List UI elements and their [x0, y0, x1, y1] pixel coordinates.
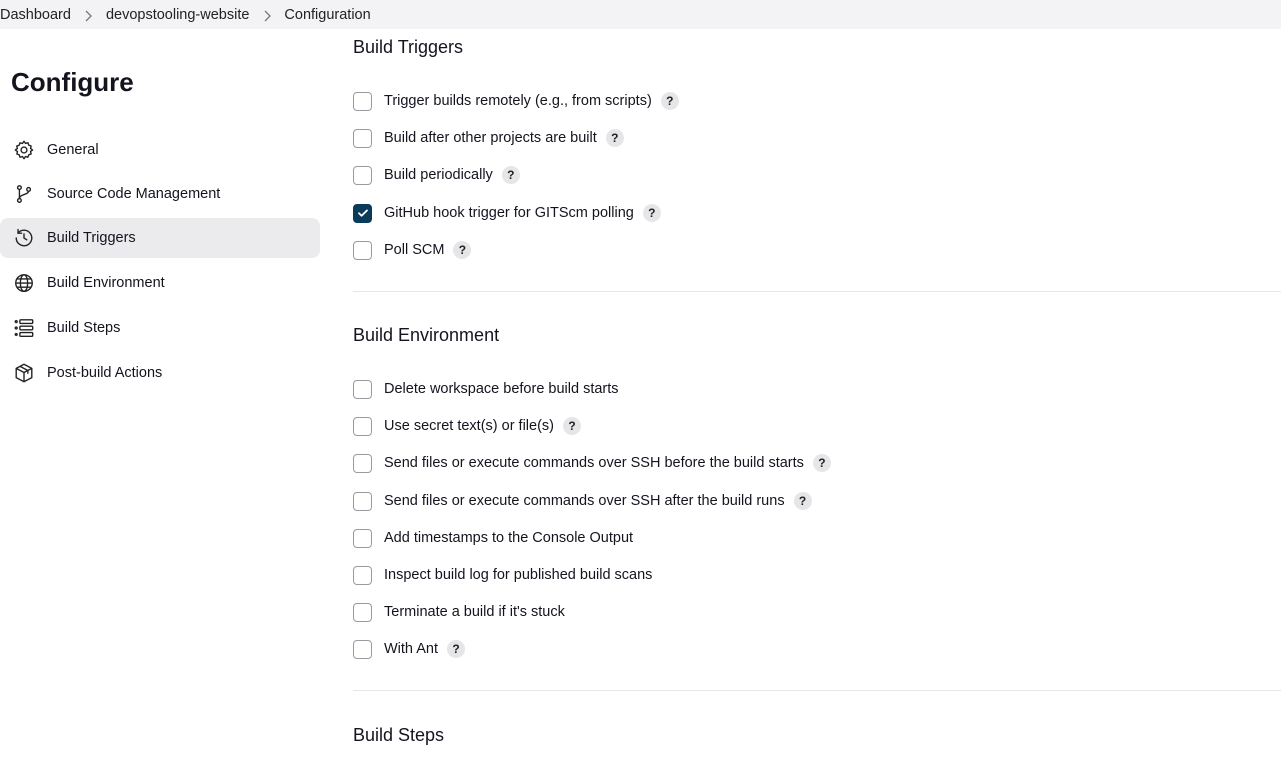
- globe-icon: [13, 272, 35, 294]
- sidebar-item-label: Build Steps: [47, 320, 121, 336]
- option-with-ant: With Ant ?: [353, 637, 465, 661]
- option-label[interactable]: Poll SCM: [384, 242, 444, 258]
- sidebar-item-label: Build Environment: [47, 275, 165, 291]
- section-divider: [353, 291, 1281, 292]
- help-icon[interactable]: ?: [793, 492, 812, 510]
- breadcrumb: Dashboard devopstooling-website Configur…: [0, 0, 1281, 29]
- help-icon[interactable]: ?: [453, 241, 472, 259]
- checkmark-icon: [357, 209, 368, 217]
- help-icon[interactable]: ?: [812, 454, 831, 472]
- chevron-right-icon: [71, 7, 106, 23]
- option-label[interactable]: Build periodically: [384, 167, 493, 183]
- checkbox[interactable]: [353, 602, 372, 622]
- sidebar-item-label: General: [47, 142, 99, 158]
- checkbox[interactable]: [353, 128, 372, 148]
- option-label[interactable]: With Ant: [384, 641, 438, 657]
- sidebar-item-build-triggers[interactable]: Build Triggers: [0, 218, 320, 258]
- package-icon: [13, 362, 35, 384]
- section-title-build-triggers: Build Triggers: [353, 37, 464, 57]
- section-title-build-environment: Build Environment: [353, 325, 500, 345]
- checkbox[interactable]: [353, 165, 372, 185]
- checkbox[interactable]: [353, 528, 372, 548]
- sidebar-item-build-steps[interactable]: Build Steps: [0, 308, 320, 348]
- option-add-timestamps: Add timestamps to the Console Output: [353, 526, 633, 550]
- help-icon[interactable]: ?: [447, 640, 465, 658]
- breadcrumb-configuration[interactable]: Configuration: [284, 7, 370, 23]
- help-icon[interactable]: ?: [660, 92, 679, 110]
- option-label[interactable]: Terminate a build if it's stuck: [384, 604, 565, 620]
- help-icon[interactable]: ?: [501, 166, 520, 184]
- sidebar: Configure General Source Code Management: [0, 29, 330, 758]
- option-label[interactable]: Trigger builds remotely (e.g., from scri…: [384, 93, 652, 109]
- help-icon[interactable]: ?: [563, 417, 581, 435]
- branch-icon: [13, 183, 35, 205]
- section-divider: [353, 690, 1281, 691]
- option-terminate-stuck: Terminate a build if it's stuck: [353, 600, 565, 624]
- sidebar-item-build-environment[interactable]: Build Environment: [0, 263, 320, 303]
- sidebar-item-label: Build Triggers: [47, 230, 136, 246]
- breadcrumb-dashboard[interactable]: Dashboard: [0, 7, 71, 23]
- checkbox[interactable]: [353, 416, 372, 436]
- option-trigger-remotely: Trigger builds remotely (e.g., from scri…: [353, 89, 679, 113]
- option-build-after-other-projects: Build after other projects are built ?: [353, 126, 624, 150]
- checkbox[interactable]: [353, 565, 372, 585]
- option-ssh-before: Send files or execute commands over SSH …: [353, 451, 831, 475]
- option-label[interactable]: Send files or execute commands over SSH …: [384, 493, 785, 509]
- main-content: Build Triggers Trigger builds remotely (…: [353, 29, 1281, 758]
- option-build-periodically: Build periodically ?: [353, 163, 520, 187]
- sidebar-item-label: Post-build Actions: [47, 365, 163, 381]
- option-label[interactable]: GitHub hook trigger for GITScm polling: [384, 205, 634, 221]
- checkbox[interactable]: [353, 91, 372, 111]
- sidebar-item-general[interactable]: General: [0, 130, 320, 170]
- checkbox[interactable]: [353, 240, 372, 260]
- option-label[interactable]: Use secret text(s) or file(s): [384, 418, 554, 434]
- list-icon: [13, 317, 35, 339]
- option-label[interactable]: Add timestamps to the Console Output: [384, 530, 633, 546]
- option-label[interactable]: Inspect build log for published build sc…: [384, 567, 652, 583]
- option-label[interactable]: Delete workspace before build starts: [384, 381, 619, 397]
- help-icon[interactable]: ?: [642, 204, 661, 222]
- option-label[interactable]: Build after other projects are built: [384, 130, 597, 146]
- checkbox[interactable]: [353, 491, 372, 511]
- page-title: Configure: [11, 67, 134, 97]
- section-title-build-steps: Build Steps: [353, 725, 445, 745]
- checkbox[interactable]: [353, 639, 372, 659]
- option-github-hook-trigger: GitHub hook trigger for GITScm polling ?: [353, 201, 661, 225]
- checkbox[interactable]: [353, 453, 372, 473]
- option-label[interactable]: Send files or execute commands over SSH …: [384, 455, 804, 471]
- breadcrumb-project[interactable]: devopstooling-website: [106, 7, 249, 23]
- gear-icon: [13, 139, 35, 161]
- sidebar-item-source-code-management[interactable]: Source Code Management: [0, 174, 320, 214]
- clock-icon: [13, 227, 35, 249]
- option-delete-workspace: Delete workspace before build starts: [353, 377, 619, 401]
- checkbox-checked[interactable]: [353, 203, 372, 223]
- option-ssh-after: Send files or execute commands over SSH …: [353, 489, 812, 513]
- option-secret-text: Use secret text(s) or file(s) ?: [353, 414, 581, 438]
- help-icon[interactable]: ?: [605, 129, 624, 147]
- option-inspect-build-log: Inspect build log for published build sc…: [353, 563, 652, 587]
- checkbox[interactable]: [353, 379, 372, 399]
- sidebar-item-post-build-actions[interactable]: Post-build Actions: [0, 353, 320, 393]
- chevron-right-icon: [249, 7, 284, 23]
- option-poll-scm: Poll SCM ?: [353, 238, 472, 262]
- sidebar-item-label: Source Code Management: [47, 186, 221, 202]
